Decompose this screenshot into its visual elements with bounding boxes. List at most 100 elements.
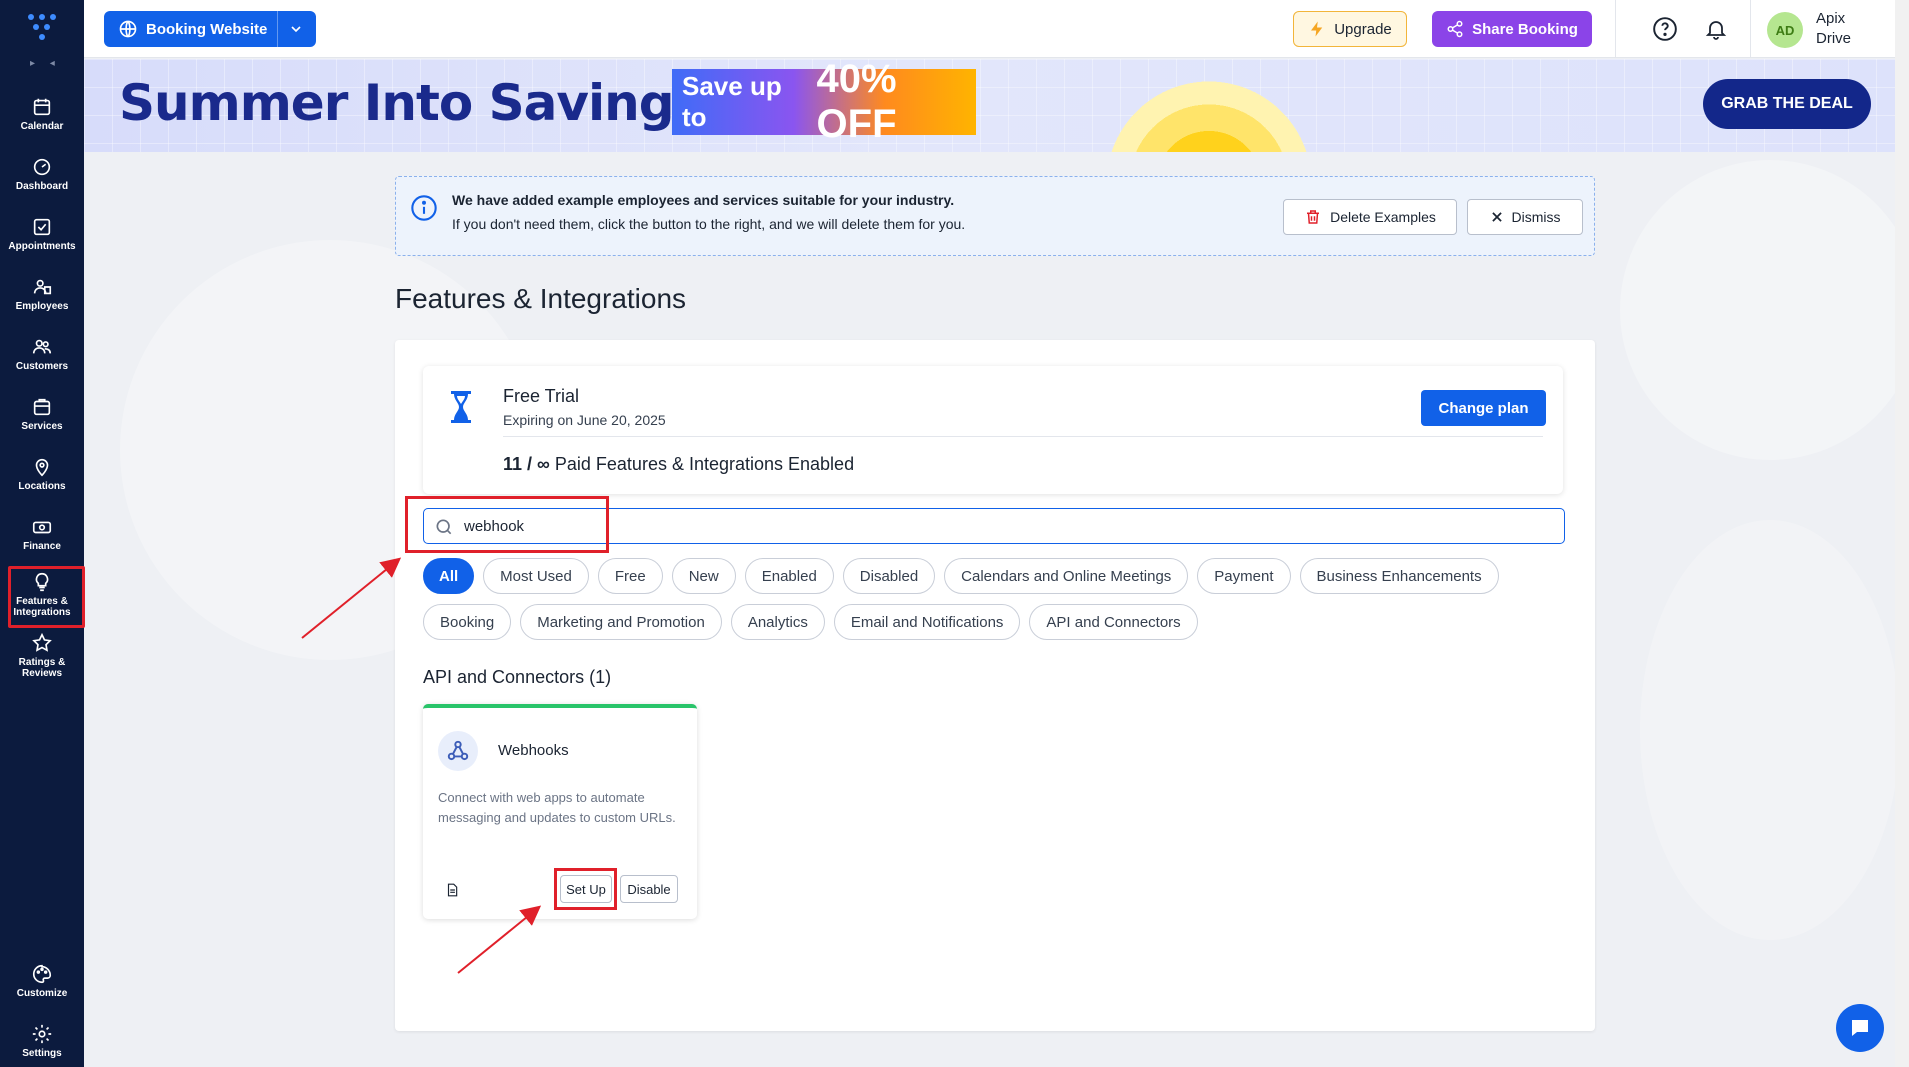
- filter-chip-api-connectors[interactable]: API and Connectors: [1029, 604, 1198, 640]
- sidebar-item-dashboard[interactable]: Dashboard: [0, 156, 84, 212]
- filter-chip-free[interactable]: Free: [597, 558, 663, 594]
- share-icon: [1447, 20, 1463, 38]
- enabled-count-value: 11 / ∞: [503, 454, 550, 474]
- sidebar: ▸ ◂ Calendar Dashboard Appointments Empl…: [0, 0, 85, 1067]
- delete-examples-label: Delete Examples: [1330, 209, 1436, 225]
- document-icon[interactable]: [445, 882, 459, 898]
- sidebar-item-label: Ratings & Reviews: [18, 657, 66, 679]
- booking-website-label: Booking Website: [146, 20, 268, 38]
- sidebar-item-label: Customers: [15, 361, 69, 372]
- gear-icon: [32, 1024, 52, 1044]
- grab-deal-button[interactable]: GRAB THE DEAL: [1703, 79, 1871, 129]
- upgrade-button[interactable]: Upgrade: [1293, 11, 1407, 47]
- trash-icon: [1307, 210, 1320, 224]
- filter-chip-new[interactable]: New: [671, 558, 736, 594]
- sidebar-item-label: Employees: [15, 301, 69, 312]
- search-input[interactable]: [464, 511, 1544, 541]
- sidebar-item-employees[interactable]: Employees: [0, 276, 84, 332]
- sidebar-item-services[interactable]: Services: [0, 396, 84, 452]
- chevron-down-icon[interactable]: [288, 21, 304, 37]
- hourglass-icon: [451, 391, 471, 423]
- setup-highlight-box: [554, 868, 617, 910]
- help-icon[interactable]: [1652, 16, 1678, 42]
- sidebar-item-settings[interactable]: Settings: [0, 1023, 84, 1067]
- banner-title: Summer Into Savings: [119, 74, 703, 132]
- close-icon: [1491, 212, 1502, 222]
- top-bar: Booking Website Upgrade Share Booking AD…: [84, 0, 1909, 58]
- sidebar-collapse-toggle[interactable]: ▸ ◂: [30, 58, 61, 69]
- dashboard-icon: [33, 158, 51, 176]
- integration-description: Connect with web apps to automate messag…: [438, 790, 676, 825]
- filter-chip-analytics[interactable]: Analytics: [730, 604, 825, 640]
- delete-examples-button[interactable]: Delete Examples: [1283, 199, 1457, 235]
- filter-chip-email-notifications[interactable]: Email and Notifications: [833, 604, 1021, 640]
- info-icon: [411, 195, 437, 221]
- features-enabled-count: 11 / ∞ Paid Features & Integrations Enab…: [503, 454, 854, 475]
- scrollbar[interactable]: [1895, 0, 1909, 1067]
- sidebar-item-label: Settings: [22, 1048, 62, 1059]
- lightning-icon: [1311, 21, 1323, 37]
- search-highlight-box: [405, 496, 609, 553]
- filter-chip-most-used[interactable]: Most Used: [483, 558, 589, 594]
- bell-icon[interactable]: [1704, 16, 1728, 42]
- features-panel: Free Trial Expiring on June 20, 2025 Cha…: [395, 340, 1595, 1031]
- sidebar-item-label: Appointments: [8, 241, 76, 252]
- filter-chip-marketing[interactable]: Marketing and Promotion: [520, 604, 722, 640]
- sidebar-item-customize[interactable]: Customize: [0, 963, 84, 1019]
- change-plan-button[interactable]: Change plan: [1421, 390, 1546, 426]
- share-booking-label: Share Booking: [1472, 20, 1578, 38]
- sidebar-highlight-box: [8, 566, 85, 628]
- section-title: API and Connectors (1): [423, 667, 612, 687]
- location-pin-icon: [35, 458, 49, 477]
- star-icon: [32, 632, 52, 652]
- sidebar-item-ratings-reviews[interactable]: Ratings & Reviews: [0, 632, 84, 688]
- promo-banner: Summer Into Savings Save up to 40% OFF G…: [84, 59, 1909, 152]
- discount-amount: 40% OFF: [816, 59, 897, 146]
- sidebar-item-label: Finance: [23, 541, 61, 552]
- page-title: Features & Integrations: [395, 283, 687, 314]
- filter-chip-payment[interactable]: Payment: [1197, 558, 1291, 594]
- plan-expiry: Expiring on June 20, 2025: [503, 412, 666, 428]
- integration-card-webhooks[interactable]: Webhooks Connect with web apps to automa…: [423, 704, 697, 919]
- user-name[interactable]: Apix Drive: [1816, 9, 1866, 49]
- avatar[interactable]: AD: [1767, 12, 1803, 48]
- dismiss-label: Dismiss: [1511, 209, 1561, 225]
- sidebar-item-calendar[interactable]: Calendar: [0, 96, 84, 152]
- notice-line-1: We have added example employees and serv…: [452, 192, 955, 208]
- filter-chip-business-enhancements[interactable]: Business Enhancements: [1299, 558, 1499, 594]
- chat-icon: [1852, 1020, 1868, 1036]
- app-logo[interactable]: [28, 14, 56, 42]
- employees-icon: [33, 279, 52, 295]
- chat-support-button[interactable]: [1836, 1004, 1884, 1052]
- sidebar-item-appointments[interactable]: Appointments: [0, 216, 84, 272]
- booking-website-button[interactable]: Booking Website: [104, 11, 316, 47]
- example-data-notice: We have added example employees and serv…: [395, 176, 1595, 256]
- disable-button[interactable]: Disable: [620, 875, 678, 903]
- integration-name: Webhooks: [498, 742, 569, 759]
- webhook-icon: [438, 731, 478, 771]
- filter-chip-all[interactable]: All: [423, 558, 475, 594]
- sidebar-item-finance[interactable]: Finance: [0, 516, 84, 572]
- filter-chip-booking[interactable]: Booking: [423, 604, 512, 640]
- discount-prefix: Save up to: [682, 71, 782, 132]
- discount-badge: Save up to 40% OFF: [672, 59, 976, 146]
- filter-chips-row-1: All Most Used Free New Enabled Disabled …: [423, 558, 1573, 594]
- appointments-icon: [33, 218, 51, 236]
- filter-chip-calendars[interactable]: Calendars and Online Meetings: [944, 558, 1189, 594]
- filter-chip-enabled[interactable]: Enabled: [744, 558, 834, 594]
- sidebar-item-locations[interactable]: Locations: [0, 456, 84, 512]
- customers-icon: [32, 339, 52, 354]
- finance-icon: [32, 521, 52, 534]
- filter-chip-disabled[interactable]: Disabled: [842, 558, 936, 594]
- dismiss-button[interactable]: Dismiss: [1467, 199, 1583, 235]
- services-icon: [33, 398, 51, 416]
- sidebar-item-label: Dashboard: [15, 181, 69, 192]
- palette-icon: [33, 964, 52, 984]
- upgrade-label: Upgrade: [1334, 20, 1392, 38]
- share-booking-button[interactable]: Share Booking: [1432, 11, 1592, 47]
- sidebar-item-customers[interactable]: Customers: [0, 336, 84, 392]
- sidebar-item-label: Calendar: [20, 121, 64, 132]
- enabled-count-label: Paid Features & Integrations Enabled: [554, 454, 855, 474]
- plan-title: Free Trial: [503, 386, 580, 406]
- calendar-icon: [33, 98, 51, 116]
